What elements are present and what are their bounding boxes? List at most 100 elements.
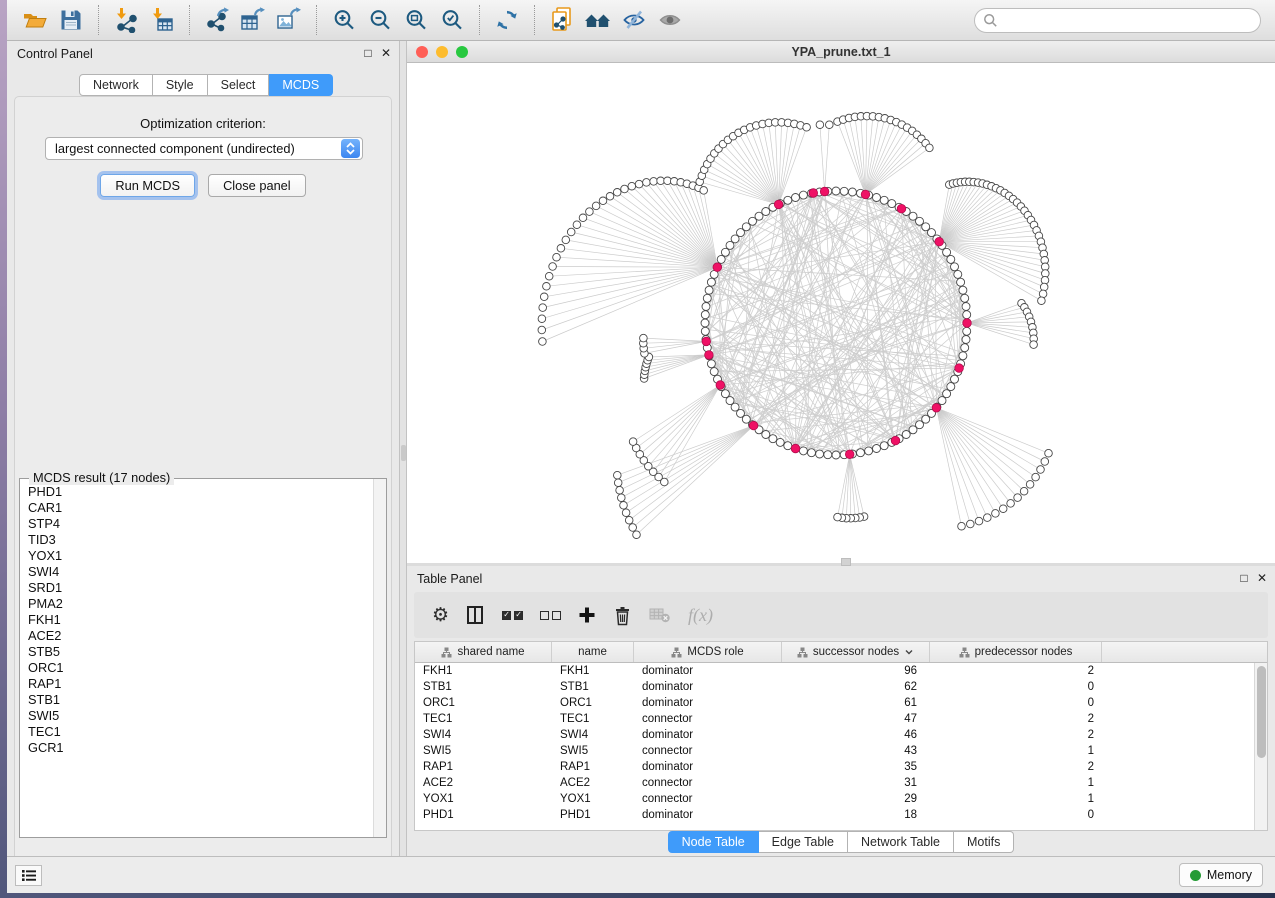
table-scrollbar-thumb[interactable] <box>1257 666 1266 758</box>
mcds-result-item[interactable]: FKH1 <box>28 612 372 628</box>
zoom-fit-icon[interactable] <box>401 6 431 34</box>
export-table-icon[interactable] <box>238 6 268 34</box>
splitter-handle[interactable] <box>401 445 406 461</box>
table-panel-title: Table Panel <box>417 572 482 586</box>
table-cell <box>1102 695 1267 711</box>
column-header-predecessor-nodes[interactable]: predecessor nodes <box>930 642 1102 662</box>
table-scrollbar[interactable] <box>1254 663 1267 830</box>
network-graph[interactable] <box>407 63 1275 563</box>
export-image-icon[interactable] <box>274 6 304 34</box>
network-canvas[interactable] <box>407 63 1275 563</box>
mcds-result-item[interactable]: RAP1 <box>28 676 372 692</box>
show-all-icon[interactable] <box>655 6 685 34</box>
tab-mcds[interactable]: MCDS <box>269 74 333 96</box>
table-row[interactable]: TEC1TEC1connector472 <box>415 711 1267 727</box>
close-panel-icon[interactable]: ✕ <box>1255 571 1269 585</box>
control-panel-tabs: Network Style Select MCDS <box>79 74 333 96</box>
search-input[interactable] <box>998 10 1260 30</box>
mcds-result-item[interactable]: STP4 <box>28 516 372 532</box>
export-network-icon[interactable] <box>202 6 232 34</box>
main-toolbar <box>7 0 1275 41</box>
mcds-result-item[interactable]: STB1 <box>28 692 372 708</box>
show-columns-icon[interactable] <box>466 605 485 625</box>
mcds-result-item[interactable]: TEC1 <box>28 724 372 740</box>
tab-motifs[interactable]: Motifs <box>954 831 1014 853</box>
maximize-window-icon[interactable] <box>456 46 468 58</box>
tab-network-table[interactable]: Network Table <box>848 831 954 853</box>
node-table: shared name name MCDS role successor nod… <box>414 641 1268 831</box>
float-panel-icon[interactable]: □ <box>1237 571 1251 585</box>
tab-edge-table[interactable]: Edge Table <box>759 831 848 853</box>
table-options-icon[interactable]: ⚙ <box>432 604 449 627</box>
mcds-result-group: MCDS result (17 nodes) PHD1CAR1STP4TID3Y… <box>19 478 387 838</box>
column-header-successor-nodes[interactable]: successor nodes <box>782 642 930 662</box>
table-cell: 29 <box>782 791 930 807</box>
column-header-filler <box>1102 642 1267 662</box>
open-session-icon[interactable] <box>20 6 50 34</box>
memory-button[interactable]: Memory <box>1179 863 1263 887</box>
select-all-columns-icon[interactable]: ✓✓ <box>502 611 523 620</box>
table-row[interactable]: YOX1YOX1connector291 <box>415 791 1267 807</box>
tab-select[interactable]: Select <box>208 74 270 96</box>
table-row[interactable]: SWI5SWI5connector431 <box>415 743 1267 759</box>
mcds-result-item[interactable]: PHD1 <box>28 484 372 500</box>
mcds-result-item[interactable]: SRD1 <box>28 580 372 596</box>
column-header-mcds-role[interactable]: MCDS role <box>634 642 782 662</box>
function-builder-icon[interactable]: f(x) <box>688 605 713 626</box>
network-from-selection-icon[interactable] <box>547 6 577 34</box>
close-panel-icon[interactable]: ✕ <box>379 46 393 60</box>
criterion-select[interactable]: largest connected component (undirected) <box>45 137 363 160</box>
apply-layout-icon[interactable] <box>492 6 522 34</box>
import-table-icon[interactable] <box>147 6 177 34</box>
zoom-selected-icon[interactable] <box>437 6 467 34</box>
mcds-result-item[interactable]: PMA2 <box>28 596 372 612</box>
column-header-shared-name[interactable]: shared name <box>415 642 552 662</box>
minimize-window-icon[interactable] <box>436 46 448 58</box>
vertical-splitter[interactable] <box>399 41 407 856</box>
table-row[interactable]: PHD1PHD1dominator180 <box>415 807 1267 823</box>
mcds-result-item[interactable]: GCR1 <box>28 740 372 756</box>
mcds-result-list[interactable]: PHD1CAR1STP4TID3YOX1SWI4SRD1PMA2FKH1ACE2… <box>21 482 372 836</box>
mcds-result-item[interactable]: TID3 <box>28 532 372 548</box>
run-mcds-button[interactable]: Run MCDS <box>100 174 195 197</box>
table-cell: 46 <box>782 727 930 743</box>
table-row[interactable]: RAP1RAP1dominator352 <box>415 759 1267 775</box>
table-row[interactable]: ORC1ORC1dominator610 <box>415 695 1267 711</box>
delete-columns-icon[interactable] <box>613 605 632 626</box>
first-neighbors-icon[interactable] <box>583 6 613 34</box>
task-history-button[interactable] <box>15 865 42 886</box>
search-field[interactable] <box>974 8 1261 33</box>
splitter-handle[interactable] <box>841 558 851 566</box>
column-header-name[interactable]: name <box>552 642 634 662</box>
tab-node-table[interactable]: Node Table <box>668 831 759 853</box>
tab-network[interactable]: Network <box>79 74 153 96</box>
mcds-result-item[interactable]: SWI5 <box>28 708 372 724</box>
network-window-titlebar[interactable]: YPA_prune.txt_1 <box>407 41 1275 63</box>
mcds-result-item[interactable]: YOX1 <box>28 548 372 564</box>
close-window-icon[interactable] <box>416 46 428 58</box>
mcds-result-item[interactable]: SWI4 <box>28 564 372 580</box>
delete-table-icon[interactable] <box>649 606 671 624</box>
create-column-icon[interactable] <box>578 606 596 624</box>
zoom-in-icon[interactable] <box>329 6 359 34</box>
tab-style[interactable]: Style <box>153 74 208 96</box>
zoom-out-icon[interactable] <box>365 6 395 34</box>
mcds-result-item[interactable]: STB5 <box>28 644 372 660</box>
table-cell: dominator <box>634 727 782 743</box>
hide-selected-icon[interactable] <box>619 6 649 34</box>
save-session-icon[interactable] <box>56 6 86 34</box>
close-panel-button[interactable]: Close panel <box>208 174 306 197</box>
table-row[interactable]: FKH1FKH1dominator962 <box>415 663 1267 679</box>
float-panel-icon[interactable]: □ <box>361 46 375 60</box>
table-cell <box>1102 759 1267 775</box>
table-header-row: shared name name MCDS role successor nod… <box>415 642 1267 663</box>
mcds-result-item[interactable]: ORC1 <box>28 660 372 676</box>
table-row[interactable]: SWI4SWI4dominator462 <box>415 727 1267 743</box>
import-network-icon[interactable] <box>111 6 141 34</box>
mcds-result-item[interactable]: CAR1 <box>28 500 372 516</box>
table-row[interactable]: ACE2ACE2connector311 <box>415 775 1267 791</box>
table-row[interactable]: STB1STB1dominator620 <box>415 679 1267 695</box>
mcds-result-item[interactable]: ACE2 <box>28 628 372 644</box>
mcds-result-scrollbar[interactable] <box>373 479 386 837</box>
unselect-all-columns-icon[interactable] <box>540 611 561 620</box>
